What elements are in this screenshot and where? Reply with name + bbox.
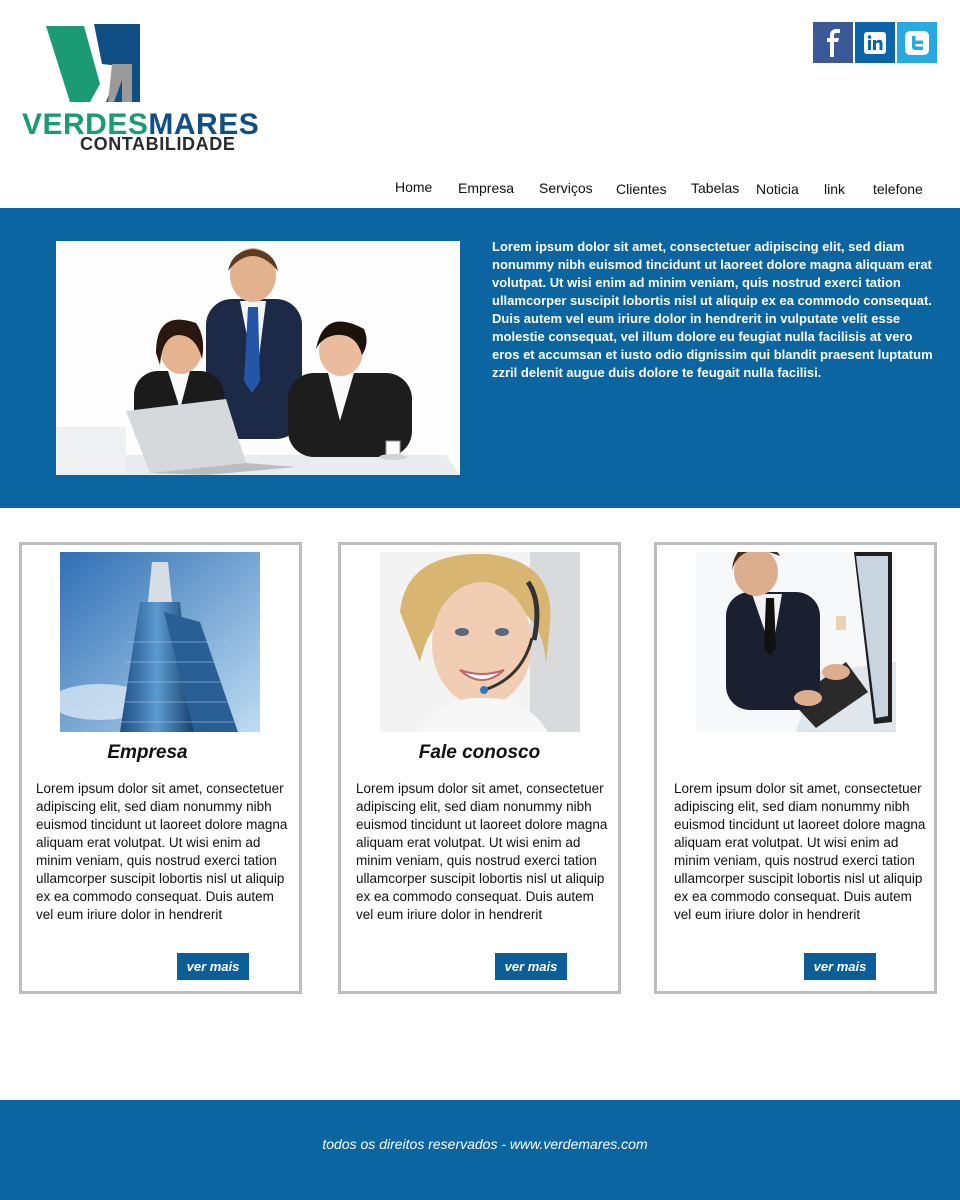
nav-noticia[interactable]: Noticia — [756, 181, 799, 197]
card-fale-conosco: Fale conosco Lorem ipsum dolor sit amet,… — [338, 542, 621, 994]
support-agent-image — [380, 552, 580, 732]
logo-mark-icon — [46, 24, 140, 102]
social-links — [813, 22, 937, 63]
hero-banner: Lorem ipsum dolor sit amet, consectetuer… — [0, 208, 960, 508]
ver-mais-button[interactable]: ver mais — [177, 953, 249, 980]
nav-telefone[interactable]: telefone — [873, 181, 923, 197]
nav-empresa[interactable]: Empresa — [458, 180, 514, 196]
hero-paragraph: Lorem ipsum dolor sit amet, consectetuer… — [492, 239, 933, 380]
building-image — [60, 552, 260, 732]
team-photo — [56, 241, 460, 475]
nav-servicos[interactable]: Serviços — [539, 180, 593, 196]
logo-tagline: CONTABILIDADE — [80, 134, 236, 154]
twitter-button[interactable] — [897, 22, 937, 63]
facebook-icon — [827, 28, 840, 57]
card-text: Lorem ipsum dolor sit amet, consectetuer… — [674, 781, 926, 922]
logo[interactable]: VERDESMARES CONTABILIDADE — [22, 24, 259, 156]
ver-mais-button[interactable]: ver mais — [495, 953, 567, 980]
card-title: Fale conosco — [418, 742, 541, 763]
card-servicos: Lorem ipsum dolor sit amet, consectetuer… — [654, 542, 937, 994]
linkedin-button[interactable] — [855, 22, 895, 63]
nav-tabelas[interactable]: Tabelas — [691, 180, 739, 196]
card-text: Lorem ipsum dolor sit amet, consectetuer… — [356, 781, 608, 922]
main-nav: Home Empresa Serviços Clientes Tabelas N… — [380, 176, 936, 206]
nav-home[interactable]: Home — [395, 179, 432, 195]
footer-copyright: todos os direitos reservados - www.verde… — [322, 1136, 648, 1152]
office-worker-image — [696, 552, 896, 732]
card-empresa: Empresa Lorem ipsum dolor sit amet, cons… — [19, 542, 302, 994]
facebook-button[interactable] — [813, 22, 853, 63]
linkedin-icon — [864, 31, 886, 54]
ver-mais-button[interactable]: ver mais — [804, 953, 876, 980]
nav-link[interactable]: link — [824, 181, 845, 197]
twitter-icon — [905, 30, 929, 55]
footer: todos os direitos reservados - www.verde… — [0, 1100, 960, 1200]
card-title: Empresa — [107, 742, 188, 763]
card-text: Lorem ipsum dolor sit amet, consectetuer… — [36, 781, 288, 922]
nav-clientes[interactable]: Clientes — [616, 181, 667, 197]
